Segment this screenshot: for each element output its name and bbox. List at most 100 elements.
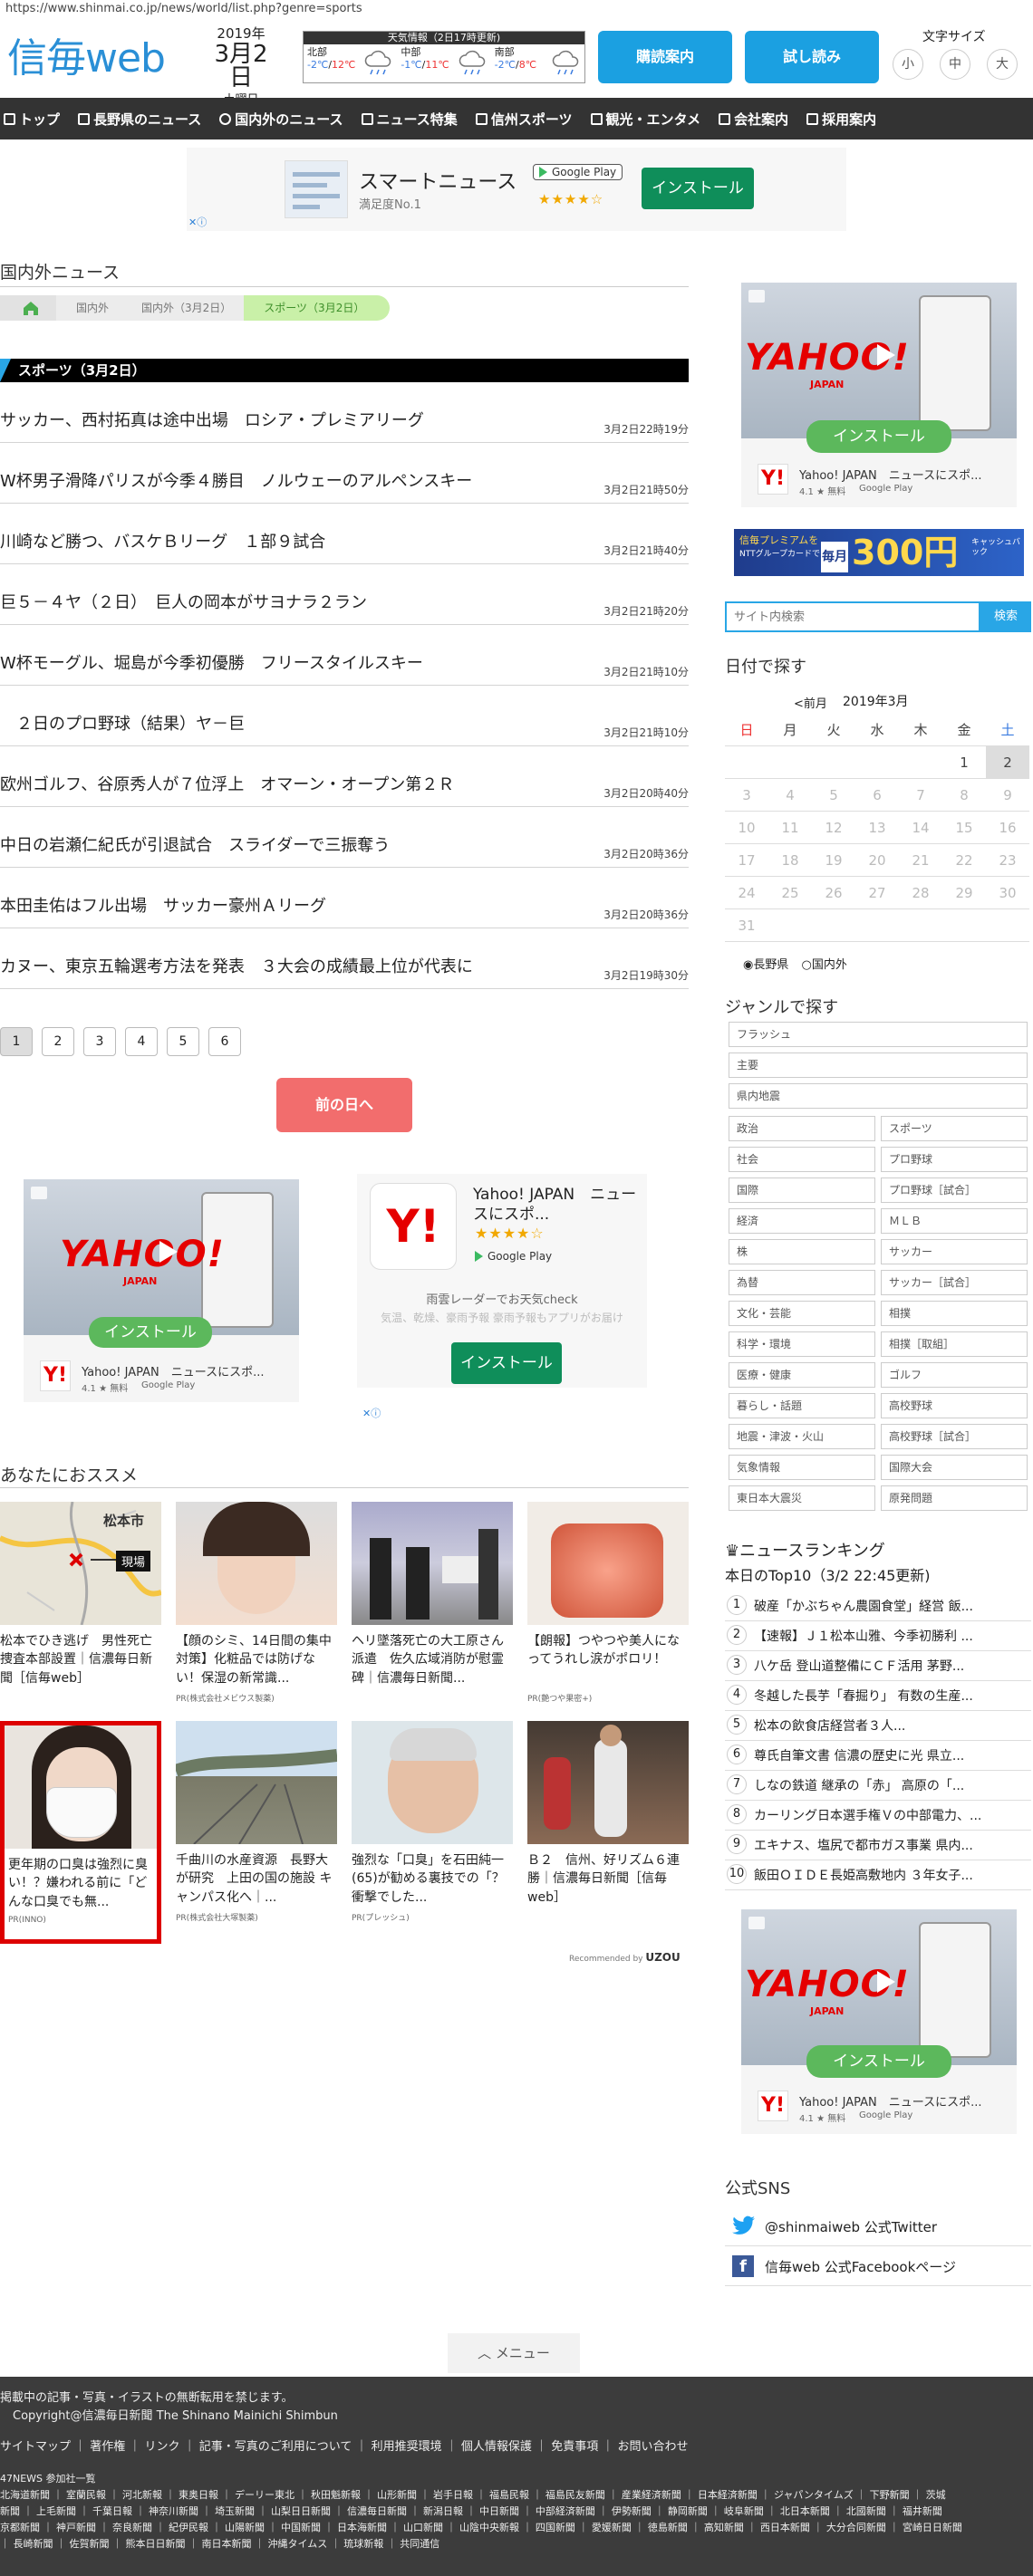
ranking-title-text[interactable]: エキナス、塩尻で都市ガス事業 県内... [754, 1836, 1029, 1854]
ad-video[interactable]: YAHOO! JAPAN [24, 1179, 299, 1335]
ad-install-pill[interactable]: インストール [806, 420, 951, 453]
ranking-item[interactable]: 9 エキナス、塩尻で都市ガス事業 県内... [725, 1830, 1031, 1860]
calendar-prev-month[interactable]: <前月 [794, 694, 827, 711]
recommend-item[interactable]: ヘリ墜落死亡の大工原さん派遣 佐久広域消防が慰霊碑｜信濃毎日新聞... [352, 1502, 513, 1692]
font-size-large-button[interactable]: 大 [987, 49, 1018, 80]
ad-install-pill[interactable]: インストール [89, 1317, 212, 1348]
yahoo-app-ad[interactable]: Y! Yahoo! JAPAN ニュースにスポ... ★★★★☆ Google … [357, 1174, 647, 1388]
nav-top[interactable]: トップ [4, 110, 60, 129]
sidebar-yahoo-ad-2[interactable]: YAHOO! JAPAN インストール Y! Yahoo! JAPAN ニュース… [741, 1909, 1017, 2134]
genre-item[interactable]: 株 [729, 1239, 875, 1264]
ranking-item[interactable]: 10 飯田ＯＩＤＥ長姫高敷地内 ３年女子... [725, 1860, 1031, 1890]
news-title[interactable]: カヌー、東京五輪選考方法を発表 ３大会の成績最上位が代表に [0, 954, 473, 977]
news-row[interactable]: 川崎など勝つ、バスケＢリーグ １部９試合 3月2日21時40分 [0, 504, 689, 564]
nav-world-news[interactable]: 国内外のニュース [219, 110, 343, 129]
ad-video[interactable]: YAHOO! JAPAN [741, 283, 1017, 438]
genre-item[interactable]: 地震・津波・火山 [729, 1424, 875, 1449]
genre-item[interactable]: サッカー [881, 1239, 1028, 1264]
member-links[interactable]: 北海道新聞 ｜ 室蘭民報 ｜ 河北新報 ｜ 東奥日報 ｜ デーリー東北 ｜ 秋田… [0, 2487, 946, 2502]
news-row[interactable]: 本田圭佑はフル出場 サッカー豪州Ａリーグ 3月2日20時36分 [0, 868, 689, 928]
font-size-small-button[interactable]: 小 [893, 49, 923, 80]
footer-links[interactable]: サイトマップ ｜ 著作権 ｜ リンク ｜ 記事・写真のご利用について ｜ 利用推… [0, 2437, 688, 2454]
news-title[interactable]: 中日の岩瀬仁紀氏が引退試合 スライダーで三振奪う [0, 832, 390, 856]
news-row[interactable]: 中日の岩瀬仁紀氏が引退試合 スライダーで三振奪う 3月2日20時36分 [0, 807, 689, 868]
radio-nagano[interactable]: ◉長野県 [743, 958, 788, 972]
menu-button[interactable]: ︿ メニュー [448, 2333, 580, 2373]
recommend-item-highlighted[interactable]: 更年期の口臭は強烈に臭い！？嫌われる前に「どんな口臭でも無... PR(INNO… [0, 1721, 161, 1944]
ranking-title-text[interactable]: 破産「かぶちゃん農園食堂」経営 飯... [754, 1597, 1029, 1615]
calendar-day[interactable]: 1 [942, 746, 986, 778]
site-logo[interactable]: 信毎web [7, 25, 166, 83]
nav-features[interactable]: ニュース特集 [361, 110, 458, 129]
sns-twitter[interactable]: @shinmaiweb 公式Twitter [725, 2206, 1031, 2246]
news-title[interactable]: ２日のプロ野球（結果）ヤ－巨 [0, 711, 245, 735]
genre-item[interactable]: サッカー［試合］ [881, 1270, 1028, 1295]
genre-item[interactable]: 相撲 [881, 1301, 1028, 1326]
sns-facebook[interactable]: f 信毎web 公式Facebookページ [725, 2246, 1031, 2286]
font-size-medium-button[interactable]: 中 [940, 49, 970, 80]
trial-button[interactable]: 試し読み [745, 31, 879, 83]
ranking-title-text[interactable]: カーリング日本選手権Ｖの中部電力、... [754, 1806, 1029, 1824]
nav-tourism[interactable]: 観光・エンタメ [590, 110, 700, 129]
genre-item[interactable]: 国際大会 [881, 1455, 1028, 1480]
news-row[interactable]: サッカー、西村拓真は途中出場 ロシア・プレミアリーグ 3月2日22時19分 [0, 382, 689, 443]
page-5[interactable]: 5 [167, 1027, 199, 1056]
news-title[interactable]: 本田圭佑はフル出場 サッカー豪州Ａリーグ [0, 893, 326, 917]
page-4[interactable]: 4 [125, 1027, 158, 1056]
genre-item[interactable]: プロ野球 [881, 1147, 1028, 1172]
yahoo-video-ad[interactable]: YAHOO! JAPAN インストール Y! Yahoo! JAPAN ニュース… [24, 1179, 299, 1402]
prev-day-button[interactable]: 前の日へ [276, 1078, 412, 1132]
ranking-title-text[interactable]: 飯田ＯＩＤＥ長姫高敷地内 ３年女子... [754, 1866, 1029, 1884]
recommend-item[interactable]: Ｂ２ 信州、好リズム６連勝｜信濃毎日新聞［信毎web］ [527, 1721, 689, 1911]
page-3[interactable]: 3 [83, 1027, 116, 1056]
genre-item[interactable]: 原発問題 [881, 1485, 1028, 1511]
genre-item[interactable]: 社会 [729, 1147, 875, 1172]
page-6[interactable]: 6 [208, 1027, 241, 1056]
ad-info-icon[interactable]: ✕ⓘ [188, 215, 207, 229]
ranking-title-text[interactable]: 八ケ岳 登山道整備にＣＦ活用 茅野... [754, 1657, 1029, 1675]
genre-item[interactable]: 高校野球 [881, 1393, 1028, 1418]
search-button[interactable]: 検索 [980, 601, 1031, 632]
news-title[interactable]: 欧州ゴルフ、谷原秀人が７位浮上 オマーン・オープン第２Ｒ [0, 772, 454, 795]
page-1[interactable]: 1 [0, 1027, 33, 1056]
genre-item[interactable]: 高校野球［試合］ [881, 1424, 1028, 1449]
radio-world[interactable]: ○国内外 [802, 958, 847, 972]
news-row[interactable]: W杯モーグル、堀島が今季初優勝 フリースタイルスキー 3月2日21時10分 [0, 625, 689, 686]
member-links[interactable]: 新聞 ｜ 上毛新聞 ｜ 千葉日報 ｜ 神奈川新聞 ｜ 埼玉新聞 ｜ 山梨日日新聞… [0, 2504, 942, 2518]
news-row[interactable]: 欧州ゴルフ、谷原秀人が７位浮上 オマーン・オープン第２Ｒ 3月2日20時40分 [0, 746, 689, 807]
genre-item[interactable]: 経済 [729, 1208, 875, 1234]
ad-install-pill[interactable]: インストール [806, 2045, 951, 2078]
sidebar-yahoo-ad-1[interactable]: YAHOO! JAPAN インストール Y! Yahoo! JAPAN ニュース… [741, 283, 1017, 507]
news-title[interactable]: 巨５－４ヤ（２日） 巨人の岡本がサヨナラ２ラン [0, 590, 367, 613]
genre-item[interactable]: 為替 [729, 1270, 875, 1295]
nav-nagano-news[interactable]: 長野県のニュース [78, 110, 201, 129]
genre-item[interactable]: スポーツ [881, 1116, 1028, 1141]
weather-widget[interactable]: 天気情報（2日17時更新) 北部 -2℃/12℃ 中部 -1℃/11℃ 南部 -… [303, 31, 585, 83]
ad-info-icon[interactable]: ✕ⓘ [362, 1406, 381, 1420]
news-row[interactable]: カヌー、東京五輪選考方法を発表 ３大会の成績最上位が代表に 3月2日19時30分 [0, 928, 689, 989]
genre-item[interactable]: 暮らし・話題 [729, 1393, 875, 1418]
ranking-item[interactable]: 7 しなの鉄道 継承の「赤」 高原の「... [725, 1770, 1031, 1801]
ranking-item[interactable]: 3 八ケ岳 登山道整備にＣＦ活用 茅野... [725, 1650, 1031, 1681]
recommend-item[interactable]: 松本市 現場 松本でひき逃げ 男性死亡 捜査本部設置｜信濃毎日新聞［信毎web］ [0, 1502, 161, 1692]
news-row[interactable]: W杯男子滑降パリスが今季４勝目 ノルウェーのアルペンスキー 3月2日21時50分 [0, 443, 689, 504]
ad-app-install-button[interactable]: インストール [451, 1342, 562, 1384]
news-row[interactable]: 巨５－４ヤ（２日） 巨人の岡本がサヨナラ２ラン 3月2日21時20分 [0, 564, 689, 625]
nav-recruit[interactable]: 採用案内 [806, 110, 876, 129]
ranking-title-text[interactable]: 冬越した長芋「春掘り」 有数の生産... [754, 1687, 1029, 1705]
ranking-item[interactable]: 2 【速報】Ｊ１松本山雅、今季初勝利 ... [725, 1620, 1031, 1651]
news-title[interactable]: 川崎など勝つ、バスケＢリーグ １部９試合 [0, 529, 325, 553]
genre-item[interactable]: ゴルフ [881, 1362, 1028, 1388]
premium-banner[interactable]: 信毎プレミアムを NTTグループカードで 毎月 300円 キャッシュバック [734, 529, 1024, 576]
genre-item[interactable]: フラッシュ [729, 1022, 1028, 1047]
genre-item[interactable]: 政治 [729, 1116, 875, 1141]
genre-item[interactable]: 国際 [729, 1177, 875, 1203]
genre-item[interactable]: 相撲［取組］ [881, 1331, 1028, 1357]
ad-video[interactable]: YAHOO! JAPAN [741, 1909, 1017, 2065]
ranking-item[interactable]: 6 尊氏自筆文書 信濃の歴史に光 県立... [725, 1740, 1031, 1771]
recommend-item[interactable]: 千曲川の水産資源 長野大が研究 上田の国の施設 キャンパス化へ｜... PR(株… [176, 1721, 337, 1923]
search-input[interactable] [725, 601, 980, 632]
recommend-item[interactable]: 【朗報】つやつや美人になってうれし涙がポロリ！ PR(艶つや果密+) [527, 1502, 689, 1704]
genre-item[interactable]: 科学・環境 [729, 1331, 875, 1357]
subscription-button[interactable]: 購読案内 [598, 31, 732, 83]
